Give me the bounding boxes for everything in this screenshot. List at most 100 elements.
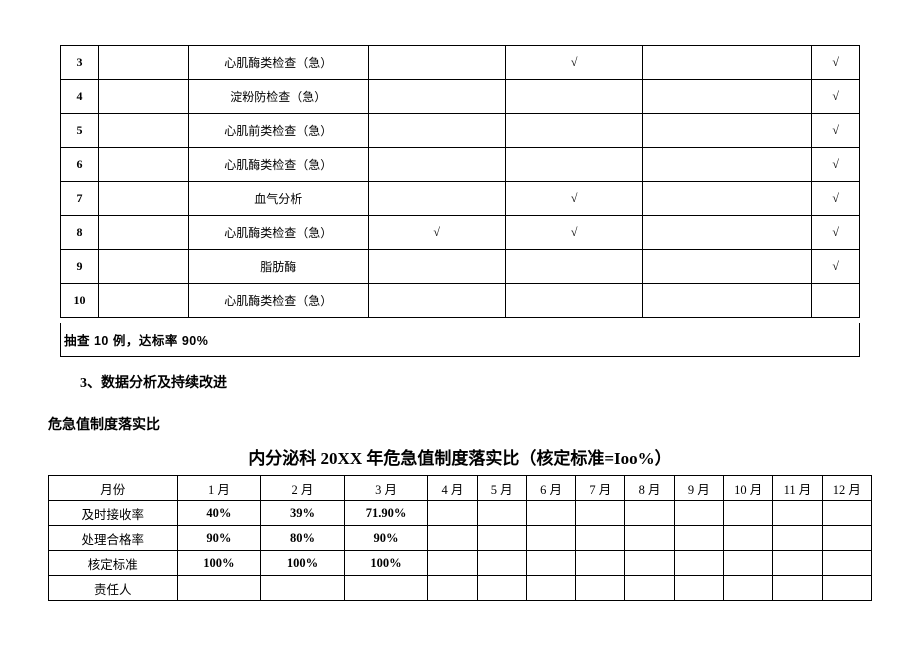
row-col-d: √: [812, 46, 860, 80]
table-row: 责任人: [49, 576, 872, 601]
row-col-d: √: [812, 114, 860, 148]
row-col-a: [368, 114, 505, 148]
row-blank: [99, 148, 189, 182]
row-value: [822, 526, 871, 551]
row-item: 心肌前类检查（急）: [188, 114, 368, 148]
row-col-a: [368, 148, 505, 182]
table2-header-cell: 7 月: [576, 476, 625, 501]
row-col-b: [505, 80, 642, 114]
row-value: [576, 501, 625, 526]
row-value: [344, 576, 428, 601]
table1-body: 3心肌酶类检查（急）√√4淀粉防检查（急）√5心肌前类检查（急）√6心肌酶类检查…: [61, 46, 860, 318]
row-col-b: [505, 114, 642, 148]
table2-header-cell: 12 月: [822, 476, 871, 501]
row-value: 100%: [344, 551, 428, 576]
table2-header-cell: 6 月: [526, 476, 575, 501]
table2-header-cell: 1 月: [177, 476, 261, 501]
row-col-b: √: [505, 46, 642, 80]
row-value: [477, 501, 526, 526]
row-label: 责任人: [49, 576, 178, 601]
row-value: [822, 551, 871, 576]
row-blank: [99, 250, 189, 284]
table2-header-cell: 10 月: [724, 476, 773, 501]
row-value: [822, 501, 871, 526]
row-label: 处理合格率: [49, 526, 178, 551]
row-item: 淀粉防检查（急）: [188, 80, 368, 114]
table2-header-row: 月份1 月2 月3 月4 月5 月6 月7 月8 月9 月10 月11 月12 …: [49, 476, 872, 501]
row-value: [625, 501, 674, 526]
row-col-c: [643, 46, 812, 80]
row-number: 4: [61, 80, 99, 114]
table-row: 6心肌酶类检查（急）√: [61, 148, 860, 182]
table-row: 7血气分析√√: [61, 182, 860, 216]
row-value: [625, 576, 674, 601]
row-col-d: [812, 284, 860, 318]
row-item: 心肌酶类检查（急）: [188, 216, 368, 250]
row-col-a: [368, 80, 505, 114]
row-number: 6: [61, 148, 99, 182]
row-col-d: √: [812, 80, 860, 114]
table1-footer-wrap: 抽查 10 例，达标率 90%: [0, 318, 920, 357]
row-blank: [99, 216, 189, 250]
row-value: [477, 551, 526, 576]
table2-header-cell: 3 月: [344, 476, 428, 501]
row-value: [526, 551, 575, 576]
row-col-a: [368, 182, 505, 216]
row-item: 心肌酶类检查（急）: [188, 46, 368, 80]
row-number: 10: [61, 284, 99, 318]
table2-header-cell: 月份: [49, 476, 178, 501]
page-root: 3心肌酶类检查（急）√√4淀粉防检查（急）√5心肌前类检查（急）√6心肌酶类检查…: [0, 0, 920, 601]
row-value: [674, 501, 723, 526]
row-value: [674, 551, 723, 576]
row-value: [428, 576, 477, 601]
table2-header-cell: 9 月: [674, 476, 723, 501]
row-value: [773, 576, 822, 601]
table2-header-cell: 11 月: [773, 476, 822, 501]
row-col-a: [368, 284, 505, 318]
row-value: [526, 501, 575, 526]
row-value: [822, 576, 871, 601]
row-number: 8: [61, 216, 99, 250]
table2-header-cell: 8 月: [625, 476, 674, 501]
row-item: 心肌酶类检查（急）: [188, 284, 368, 318]
row-value: [477, 576, 526, 601]
table2-header-cell: 2 月: [261, 476, 345, 501]
row-item: 血气分析: [188, 182, 368, 216]
table-row: 处理合格率90%80%90%: [49, 526, 872, 551]
table2-header-cell: 4 月: [428, 476, 477, 501]
row-blank: [99, 46, 189, 80]
row-col-d: √: [812, 216, 860, 250]
row-value: 80%: [261, 526, 345, 551]
table-row: 及时接收率40%39%71.90%: [49, 501, 872, 526]
compliance-table: 月份1 月2 月3 月4 月5 月6 月7 月8 月9 月10 月11 月12 …: [48, 475, 872, 601]
table2-header-cell: 5 月: [477, 476, 526, 501]
row-blank: [99, 284, 189, 318]
row-value: [773, 501, 822, 526]
row-col-b: √: [505, 216, 642, 250]
row-value: [576, 551, 625, 576]
table-row: 4 淀粉防检查（急） √: [61, 80, 860, 114]
row-value: 100%: [177, 551, 261, 576]
row-value: [724, 551, 773, 576]
row-value: [526, 526, 575, 551]
row-value: [177, 576, 261, 601]
row-blank: [99, 80, 189, 114]
row-value: 71.90%: [344, 501, 428, 526]
row-value: [724, 501, 773, 526]
row-col-b: [505, 148, 642, 182]
table-row: 9脂肪酶√: [61, 250, 860, 284]
row-col-d: √: [812, 182, 860, 216]
row-col-c: [643, 114, 812, 148]
row-value: [625, 526, 674, 551]
row-number: 5: [61, 114, 99, 148]
row-col-d: √: [812, 148, 860, 182]
row-col-c: [643, 250, 812, 284]
row-value: 39%: [261, 501, 345, 526]
table2-title: 内分泌科 20XX 年危急值制度落实比（核定标准=Ioo%）: [0, 434, 920, 475]
row-col-c: [643, 80, 812, 114]
row-number: 7: [61, 182, 99, 216]
row-col-c: [643, 148, 812, 182]
row-value: [625, 551, 674, 576]
table2-container: 月份1 月2 月3 月4 月5 月6 月7 月8 月9 月10 月11 月12 …: [0, 475, 920, 601]
row-item: 脂肪酶: [188, 250, 368, 284]
